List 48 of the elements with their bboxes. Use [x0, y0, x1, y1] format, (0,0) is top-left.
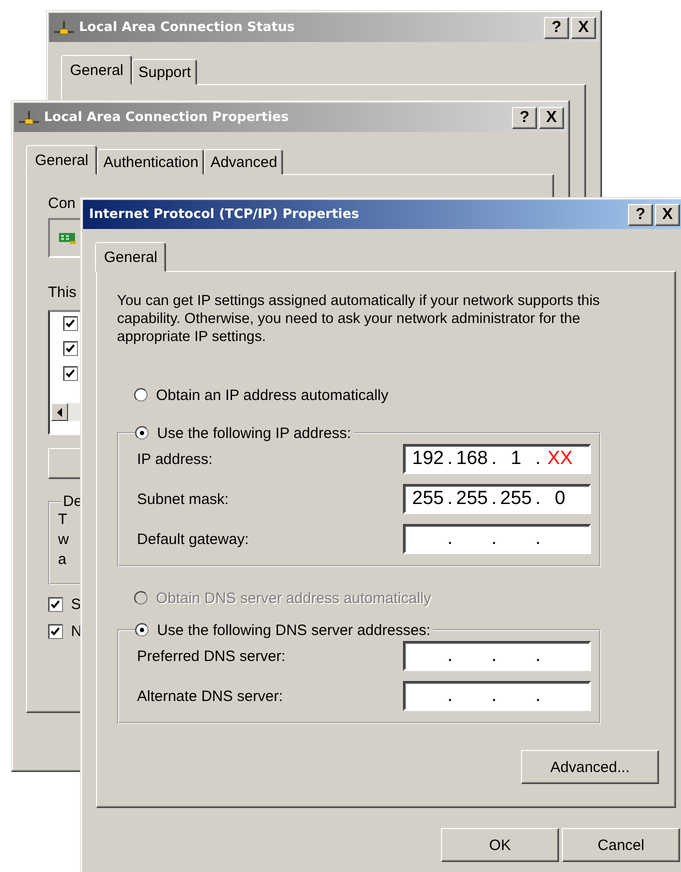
- network-icon: [53, 20, 75, 36]
- checkbox-label[interactable]: S: [71, 596, 82, 613]
- tab[interactable]: Advanced: [204, 149, 284, 175]
- ok-button[interactable]: OK: [441, 828, 559, 862]
- field-label: Con: [48, 195, 76, 212]
- tab[interactable]: General: [95, 242, 166, 272]
- ip-address-field[interactable]: 255 . 255 . 255 . 0: [403, 484, 591, 514]
- checkbox[interactable]: [48, 597, 63, 612]
- field-label: Subnet mask:: [137, 490, 230, 508]
- close-button[interactable]: X: [655, 204, 680, 226]
- tab[interactable]: General: [61, 55, 132, 85]
- checkbox[interactable]: [63, 316, 78, 331]
- ip-address-field[interactable]: 192 . 168 . 1 . XX: [403, 444, 591, 474]
- window-title: Local Area Connection Status: [78, 20, 296, 35]
- ip-address-field[interactable]: . . .: [403, 524, 591, 554]
- description-text: You can get IP settings assigned automatically if your network supports this capability. Otherwise, you need to ask your network administrator for the appropriate IP settings.: [117, 292, 601, 346]
- description-text: w: [58, 530, 70, 550]
- checkbox[interactable]: [63, 366, 78, 381]
- window-title: Internet Protocol (TCP/IP) Properties: [88, 207, 360, 222]
- radio-button[interactable]: [135, 426, 149, 440]
- command-button[interactable]: [48, 448, 82, 479]
- tab[interactable]: General: [26, 145, 98, 175]
- ip-address-field[interactable]: . . .: [403, 641, 591, 671]
- radio-button[interactable]: [134, 388, 148, 402]
- window-title: Local Area Connection Properties: [43, 110, 290, 125]
- ip-address-field[interactable]: . . .: [403, 681, 591, 711]
- radio-label[interactable]: Obtain an IP address automatically: [156, 386, 388, 404]
- checkbox[interactable]: [48, 624, 63, 639]
- radio-label[interactable]: Use the following DNS server addresses:: [157, 622, 430, 638]
- radio-button[interactable]: [135, 623, 149, 637]
- field-label: IP address:: [137, 450, 214, 468]
- advanced-button[interactable]: Advanced...: [521, 750, 659, 784]
- network-card-icon: [58, 231, 76, 245]
- help-button[interactable]: ?: [628, 204, 653, 226]
- description-text: T: [58, 510, 68, 530]
- tab[interactable]: Authentication: [97, 149, 204, 175]
- field-label: Default gateway:: [137, 530, 250, 548]
- network-icon: [18, 110, 40, 126]
- description-text: a: [58, 550, 68, 570]
- tab[interactable]: Support: [132, 59, 197, 85]
- cancel-button[interactable]: Cancel: [562, 828, 680, 862]
- checkbox[interactable]: [63, 341, 78, 356]
- field-label: Alternate DNS server:: [137, 688, 284, 704]
- field-label: This: [48, 284, 76, 301]
- scroll-button[interactable]: [51, 403, 68, 421]
- field-label: Preferred DNS server:: [137, 648, 286, 664]
- left-arrow-icon: [56, 408, 62, 416]
- radio-label[interactable]: Use the following IP address:: [157, 424, 351, 442]
